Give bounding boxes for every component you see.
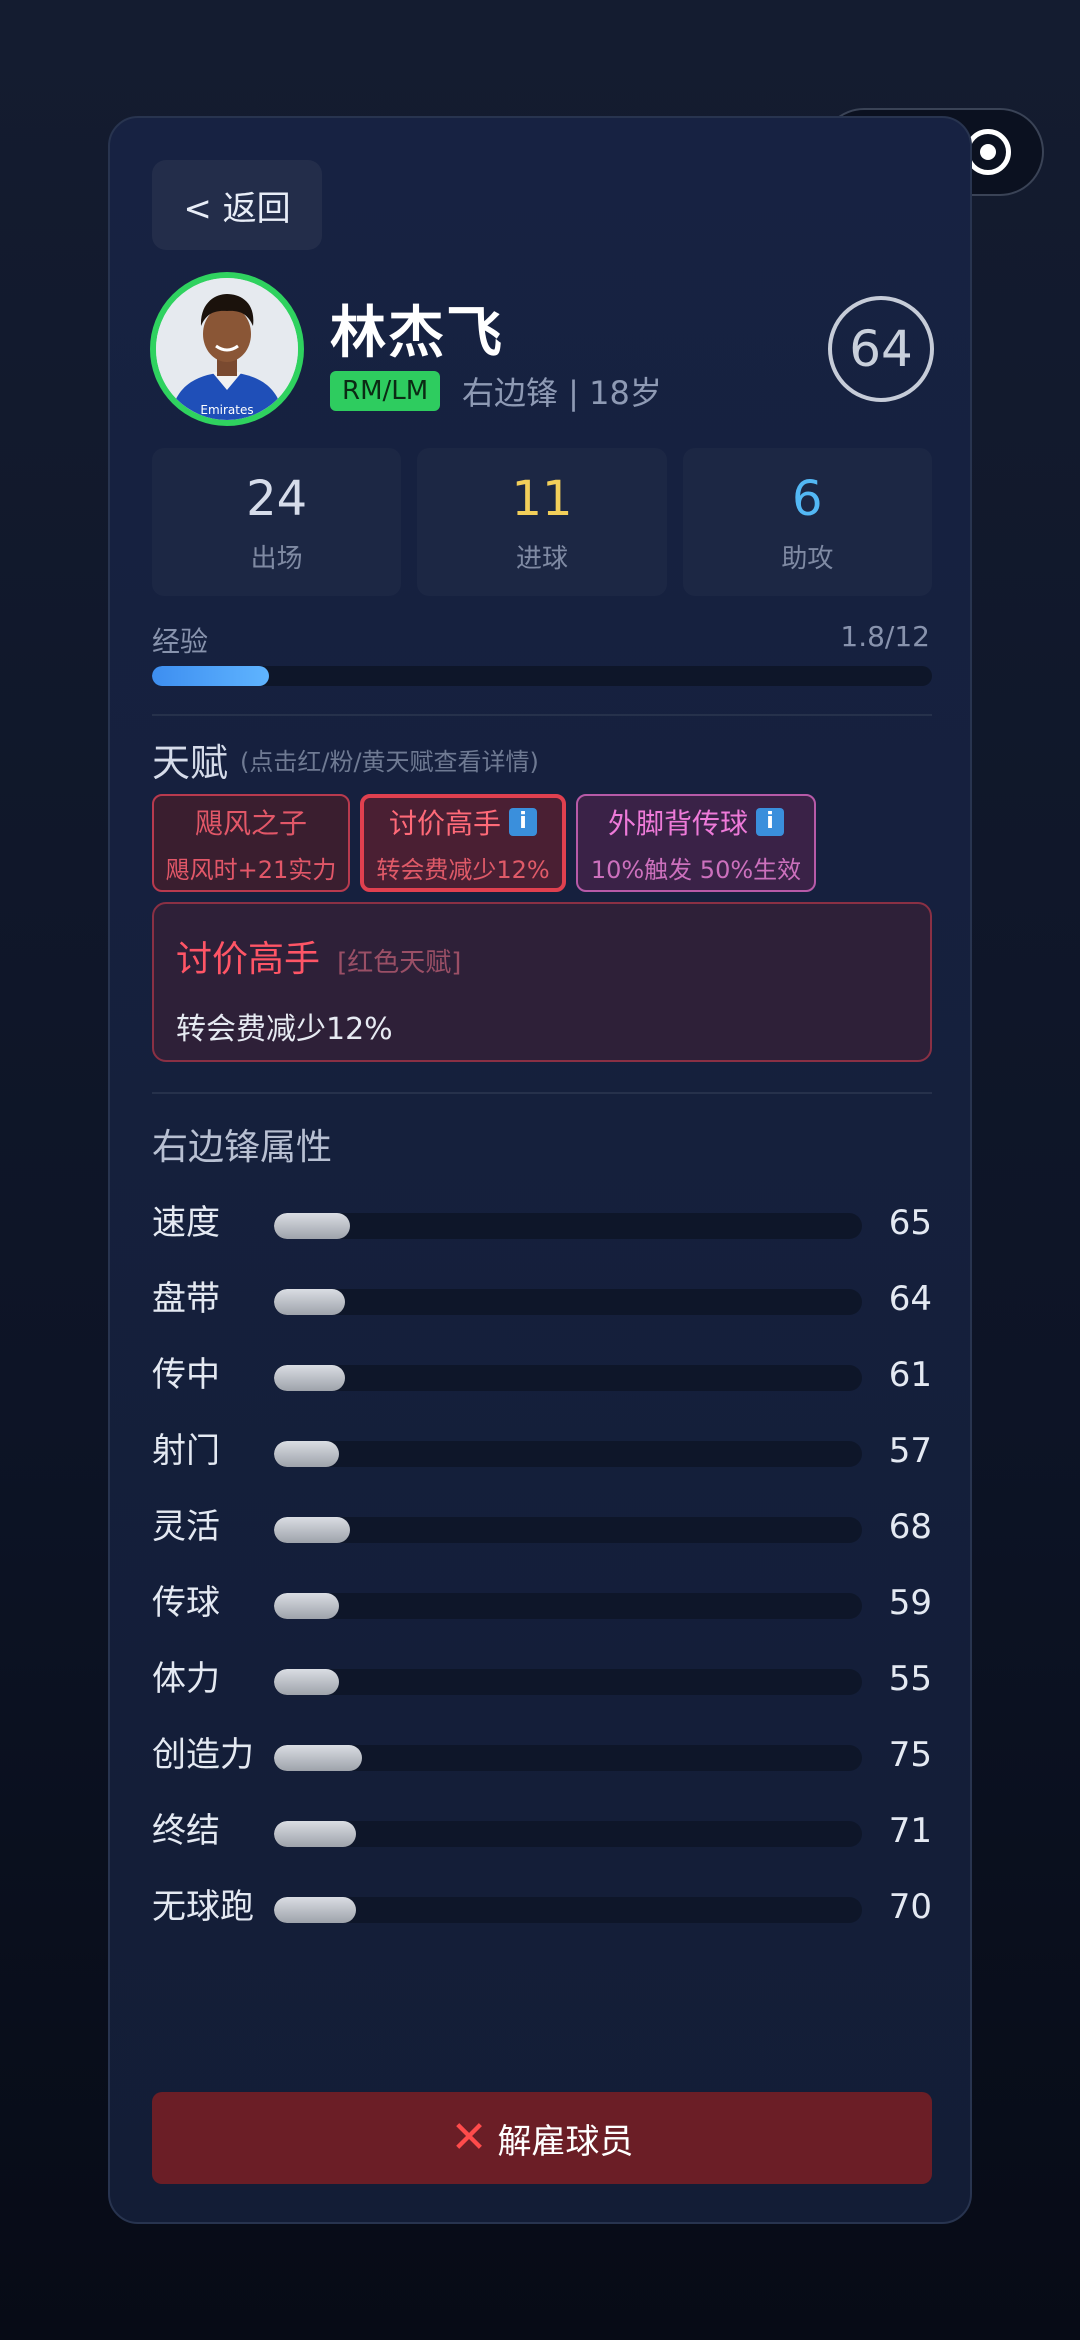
talent-desc: 飓风时+21实力 — [165, 855, 337, 884]
stat-label: 进球 — [515, 544, 568, 574]
talent-hint: (点击红/粉/黄天赋查看详情) — [240, 748, 539, 776]
fire-player-button[interactable]: ✕ 解雇球员 — [152, 2092, 932, 2184]
attribute-bar — [274, 1289, 862, 1315]
talent-name: 飓风之子 — [194, 806, 307, 840]
attribute-row: 无球跑 70 — [152, 1882, 932, 1932]
attribute-row: 传中 61 — [152, 1350, 932, 1400]
attribute-name: 速度 — [152, 1203, 220, 1243]
attribute-name: 体力 — [152, 1659, 220, 1699]
talent-desc: 转会费减少12% — [376, 855, 550, 884]
attribute-value: 75 — [888, 1735, 932, 1775]
role-age-text: 右边锋 | 18岁 — [462, 374, 662, 412]
attribute-bar-fill — [274, 1897, 357, 1923]
attribute-value: 57 — [888, 1431, 932, 1471]
attribute-bar — [274, 1821, 862, 1847]
close-x-icon: ✕ — [450, 2112, 488, 2163]
talent-detail-panel: 讨价高手 [红色天赋] 转会费减少12% — [152, 902, 932, 1062]
attribute-name: 传球 — [152, 1583, 220, 1623]
attribute-bar — [274, 1517, 862, 1543]
stat-assists: 6 助攻 — [682, 448, 932, 596]
stat-label: 助攻 — [781, 544, 834, 574]
attribute-row: 终结 71 — [152, 1806, 932, 1856]
position-badge: RM/LM — [330, 371, 441, 411]
info-icon[interactable]: i — [509, 807, 537, 836]
talent-name: 外脚背传球 — [607, 806, 748, 840]
talent-detail-name: 讨价高手 — [176, 939, 321, 980]
attribute-name: 无球跑 — [152, 1887, 254, 1927]
player-avatar: Emirates — [150, 272, 304, 426]
attribute-bar-fill — [274, 1213, 351, 1239]
attribute-name: 射门 — [152, 1431, 220, 1471]
player-detail-card: < 返回 Emirates 林杰飞 RM/LM 右边锋 | 18岁 64 24 … — [108, 116, 972, 2224]
attribute-value: 65 — [888, 1203, 932, 1243]
talent-chip-bargainer[interactable]: 讨价高手 i 转会费减少12% — [360, 794, 566, 892]
section-divider — [152, 1092, 932, 1094]
attribute-bar-fill — [274, 1593, 339, 1619]
attribute-name: 灵活 — [152, 1507, 220, 1547]
attribute-row: 速度 65 — [152, 1198, 932, 1248]
attribute-name: 盘带 — [152, 1279, 220, 1319]
talent-name: 讨价高手 — [388, 806, 501, 840]
talent-section-title: 天赋 — [152, 741, 229, 785]
attribute-name: 终结 — [152, 1811, 220, 1851]
attribute-row: 体力 55 — [152, 1654, 932, 1704]
stat-label: 出场 — [250, 544, 303, 574]
attribute-value: 55 — [888, 1659, 932, 1699]
stat-value: 6 — [792, 471, 823, 527]
experience-bar-fill — [152, 666, 269, 686]
talent-chip-outside-pass[interactable]: 外脚背传球 i 10%触发 50%生效 — [576, 794, 816, 892]
attribute-bar — [274, 1365, 862, 1391]
attribute-value: 70 — [888, 1887, 932, 1927]
attribute-value: 59 — [888, 1583, 932, 1623]
stat-value: 11 — [511, 471, 573, 527]
talent-chip-hurricane[interactable]: 飓风之子 飓风时+21实力 — [152, 794, 350, 892]
attribute-bar-fill — [274, 1517, 351, 1543]
experience-value: 1.8/12 — [840, 620, 930, 653]
fire-player-label: 解雇球员 — [497, 2121, 634, 2162]
attribute-row: 盘带 64 — [152, 1274, 932, 1324]
attribute-value: 71 — [888, 1811, 932, 1851]
season-stats: 24 出场 11 进球 6 助攻 — [152, 448, 932, 596]
attribute-bar — [274, 1745, 862, 1771]
attribute-row: 创造力 75 — [152, 1730, 932, 1780]
attribute-bar — [274, 1213, 862, 1239]
attribute-row: 灵活 68 — [152, 1502, 932, 1552]
player-name: 林杰飞 — [330, 301, 504, 366]
attribute-bar — [274, 1593, 862, 1619]
attribute-bar-fill — [274, 1365, 345, 1391]
stat-goals: 11 进球 — [417, 448, 667, 596]
attribute-bar — [274, 1897, 862, 1923]
talent-detail-type: [红色天赋] — [337, 948, 462, 978]
attribute-bar-fill — [274, 1441, 339, 1467]
attribute-value: 64 — [888, 1279, 932, 1319]
talent-desc: 10%触发 50%生效 — [590, 855, 802, 884]
stat-appearances: 24 出场 — [152, 448, 402, 596]
experience-label: 经验 — [152, 625, 209, 658]
attribute-name: 创造力 — [152, 1735, 254, 1775]
section-divider — [152, 714, 932, 716]
attribute-row: 传球 59 — [152, 1578, 932, 1628]
attribute-value: 68 — [888, 1507, 932, 1547]
attribute-name: 传中 — [152, 1355, 220, 1395]
svg-text:Emirates: Emirates — [200, 403, 253, 417]
info-icon[interactable]: i — [756, 807, 784, 836]
talent-detail-desc: 转会费减少12% — [176, 1012, 393, 1047]
back-button[interactable]: < 返回 — [152, 160, 322, 250]
attribute-bar-fill — [274, 1669, 339, 1695]
attribute-bar — [274, 1441, 862, 1467]
attribute-bar-fill — [274, 1745, 363, 1771]
overall-rating: 64 — [828, 296, 934, 402]
attribute-bar-fill — [274, 1289, 345, 1315]
attribute-bar-fill — [274, 1821, 357, 1847]
attribute-bar — [274, 1669, 862, 1695]
stat-value: 24 — [246, 471, 308, 527]
attribute-value: 61 — [888, 1355, 932, 1395]
attributes-title: 右边锋属性 — [152, 1127, 333, 1168]
attribute-row: 射门 57 — [152, 1426, 932, 1476]
experience-bar — [152, 666, 932, 686]
